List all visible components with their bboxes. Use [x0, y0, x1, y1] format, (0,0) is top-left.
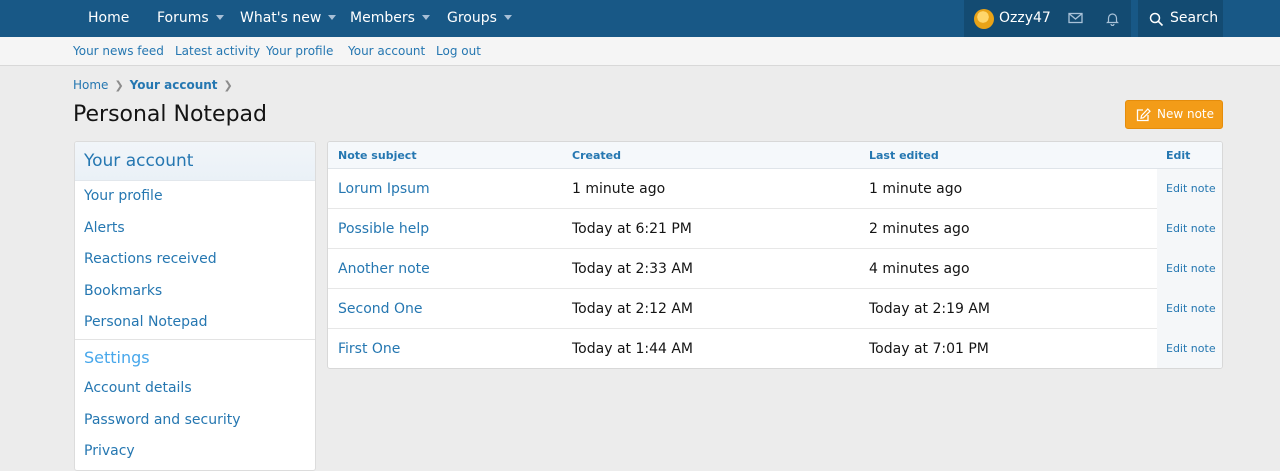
account-sidebar: Your account Your profile Alerts Reactio… [74, 141, 316, 471]
note-subject-link[interactable]: Possible help [338, 209, 429, 249]
edit-note-link[interactable]: Edit note [1166, 209, 1216, 249]
table-header: Note subject Created Last edited Edit [328, 142, 1222, 169]
table-row: Lorum Ipsum 1 minute ago 1 minute ago Ed… [328, 169, 1222, 209]
sidebar-item-personal-notepad[interactable]: Personal Notepad [75, 307, 315, 339]
header-last-edited[interactable]: Last edited [869, 142, 939, 169]
nav-whats-new[interactable]: What's new [240, 0, 337, 37]
table-row: First One Today at 1:44 AM Today at 7:01… [328, 329, 1222, 368]
subnav-news-feed[interactable]: Your news feed [73, 37, 164, 65]
note-subject-link[interactable]: Another note [338, 249, 430, 289]
note-created: Today at 2:12 AM [572, 301, 694, 317]
breadcrumb: Home ❯ Your account ❯ [73, 77, 239, 94]
sidebar-item-your-profile[interactable]: Your profile [75, 181, 315, 213]
header-created[interactable]: Created [572, 142, 621, 169]
sidebar-item-reactions-received[interactable]: Reactions received [75, 244, 315, 276]
table-row: Another note Today at 2:33 AM 4 minutes … [328, 249, 1222, 289]
nav-groups[interactable]: Groups [447, 0, 512, 37]
note-last-edited: 1 minute ago [869, 181, 963, 197]
top-navigation: Home Forums What's new Members Groups Oz… [0, 0, 1280, 37]
edit-note-link[interactable]: Edit note [1166, 329, 1216, 368]
sidebar-item-password-security[interactable]: Password and security [75, 405, 315, 437]
edit-cell: Edit note [1157, 289, 1222, 329]
edit-note-link[interactable]: Edit note [1166, 169, 1216, 209]
username: Ozzy47 [999, 10, 1051, 26]
table-row: Second One Today at 2:12 AM Today at 2:1… [328, 289, 1222, 329]
note-created: Today at 6:21 PM [572, 221, 692, 237]
note-subject-link[interactable]: First One [338, 329, 400, 368]
alerts-button[interactable] [1094, 0, 1131, 37]
sidebar-title-settings: Settings [75, 338, 315, 373]
notes-table: Note subject Created Last edited Edit Lo… [327, 141, 1223, 369]
page-title: Personal Notepad [73, 102, 268, 127]
sidebar-item-bookmarks[interactable]: Bookmarks [75, 276, 315, 308]
conversations-button[interactable] [1057, 0, 1094, 37]
note-created: Today at 1:44 AM [572, 341, 694, 357]
subnav-latest-activity[interactable]: Latest activity [175, 37, 260, 65]
note-created: Today at 2:33 AM [572, 261, 694, 277]
table-row: Possible help Today at 6:21 PM 2 minutes… [328, 209, 1222, 249]
breadcrumb-your-account[interactable]: Your account [130, 78, 218, 92]
chevron-down-icon[interactable] [215, 14, 224, 20]
edit-note-link[interactable]: Edit note [1166, 249, 1216, 289]
subnav-your-account[interactable]: Your account [348, 37, 425, 65]
bell-icon [1106, 13, 1119, 26]
new-note-button[interactable]: New note [1125, 100, 1223, 129]
search-button[interactable]: Search [1138, 0, 1223, 37]
note-last-edited: 2 minutes ago [869, 221, 970, 237]
note-last-edited: 4 minutes ago [869, 261, 970, 277]
chevron-right-icon: ❯ [114, 79, 124, 92]
new-note-label: New note [1157, 107, 1215, 121]
chevron-down-icon[interactable] [328, 14, 337, 20]
chevron-down-icon[interactable] [421, 14, 430, 20]
edit-icon [1136, 108, 1151, 122]
edit-cell: Edit note [1157, 209, 1222, 249]
nav-forums-label: Forums [157, 10, 209, 26]
avatar [974, 9, 994, 29]
sidebar-title-your-account: Your account [75, 142, 315, 181]
subnav-log-out[interactable]: Log out [436, 37, 481, 65]
search-icon [1149, 12, 1164, 27]
note-last-edited: Today at 7:01 PM [869, 341, 989, 357]
note-created: 1 minute ago [572, 181, 666, 197]
header-note-subject[interactable]: Note subject [338, 142, 417, 169]
search-label: Search [1170, 10, 1219, 26]
note-subject-link[interactable]: Second One [338, 289, 422, 329]
envelope-icon [1068, 12, 1083, 24]
note-last-edited: Today at 2:19 AM [869, 301, 991, 317]
chevron-down-icon[interactable] [503, 14, 512, 20]
sidebar-item-alerts[interactable]: Alerts [75, 213, 315, 245]
edit-cell: Edit note [1157, 329, 1222, 368]
sub-navigation: Your news feed Latest activity Your prof… [0, 37, 1280, 66]
breadcrumb-home[interactable]: Home [73, 78, 108, 92]
nav-groups-label: Groups [447, 10, 497, 26]
user-menu[interactable]: Ozzy47 [964, 0, 1057, 37]
nav-members-label: Members [350, 10, 415, 26]
header-edit: Edit [1166, 149, 1191, 162]
sidebar-item-account-details[interactable]: Account details [75, 373, 315, 405]
edit-note-link[interactable]: Edit note [1166, 289, 1216, 329]
nav-whats-new-label: What's new [240, 10, 322, 26]
note-subject-link[interactable]: Lorum Ipsum [338, 169, 430, 209]
edit-cell: Edit note [1157, 249, 1222, 289]
edit-cell: Edit note [1157, 169, 1222, 209]
subnav-your-profile[interactable]: Your profile [266, 37, 333, 65]
nav-members[interactable]: Members [350, 0, 430, 37]
nav-home-label: Home [88, 10, 130, 26]
nav-forums[interactable]: Forums [157, 0, 224, 37]
nav-home[interactable]: Home [88, 0, 129, 37]
sidebar-item-privacy[interactable]: Privacy [75, 436, 315, 468]
chevron-right-icon: ❯ [223, 79, 233, 92]
